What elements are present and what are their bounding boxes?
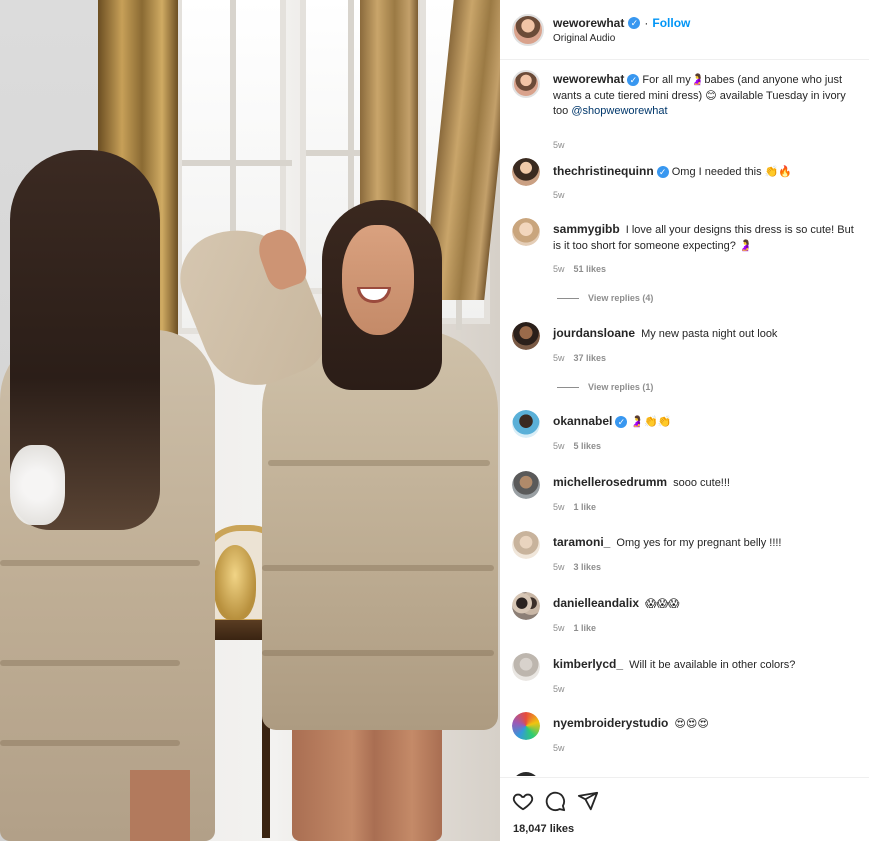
comment-text: Will it be available in other colors?: [629, 659, 796, 671]
comment-likes[interactable]: 5 likes: [574, 441, 602, 451]
comment-username[interactable]: okannabel: [553, 414, 612, 428]
comment-text: sooo cute!!!: [673, 477, 730, 489]
caption-username[interactable]: weworewhat: [553, 72, 624, 86]
caption-mention-link[interactable]: @shopweworewhat: [571, 105, 667, 117]
audio-label[interactable]: Original Audio: [553, 33, 615, 44]
pregnant-woman-emoji: 🤰: [690, 73, 705, 86]
likes-count[interactable]: 18,047 likes: [513, 823, 574, 835]
comment-username[interactable]: nyembroiderystudio: [553, 716, 668, 730]
commenter-avatar[interactable]: [512, 158, 540, 186]
commenter-avatar[interactable]: [512, 410, 540, 438]
comment-time[interactable]: 5w: [553, 502, 565, 512]
commenter-avatar[interactable]: [512, 772, 540, 776]
commenter-avatar[interactable]: [512, 218, 540, 246]
comment-username[interactable]: thechristinequinn: [553, 164, 654, 178]
comment-emoji: 🤰👏👏: [630, 415, 672, 428]
comment-username[interactable]: jourdansloane: [553, 326, 635, 340]
commenter-avatar[interactable]: [512, 471, 540, 499]
view-replies-label: View replies (1): [588, 382, 654, 392]
commenter-avatar[interactable]: [512, 322, 540, 350]
comment-emoji: 😱😱😱: [645, 597, 680, 610]
comment-time[interactable]: 5w: [553, 441, 565, 451]
comment-likes[interactable]: 3 likes: [574, 562, 602, 572]
commenter-avatar[interactable]: [512, 712, 540, 740]
smiling-emoji: 😊: [705, 89, 717, 102]
comment-time[interactable]: 5w: [553, 353, 565, 363]
view-replies-button[interactable]: View replies (1): [557, 382, 653, 392]
verified-icon: ✓: [656, 166, 669, 178]
comment-username[interactable]: taramoni_: [553, 535, 610, 549]
verified-icon: ✓: [628, 17, 641, 29]
comment-emoji: 👏🔥: [764, 165, 793, 178]
caption-time[interactable]: 5w: [553, 140, 565, 150]
video-gold-ornament: [214, 545, 256, 620]
post-video[interactable]: [0, 0, 500, 841]
view-replies-label: View replies (4): [588, 293, 654, 303]
author-avatar[interactable]: [512, 14, 544, 46]
share-icon[interactable]: [577, 790, 599, 812]
follow-button[interactable]: Follow: [652, 16, 690, 30]
comment-likes[interactable]: 1 like: [574, 623, 597, 633]
comment-likes[interactable]: 1 like: [574, 502, 597, 512]
author-avatar[interactable]: [512, 70, 540, 98]
comment-time[interactable]: 5w: [553, 743, 565, 753]
separator-dot: ·: [644, 16, 649, 30]
comment-username[interactable]: sammygibb: [553, 222, 620, 236]
verified-icon: ✓: [627, 74, 640, 86]
comment-text: My new pasta night out look: [641, 328, 778, 340]
video-person-face: [342, 225, 414, 335]
comment-text: Omg I needed this: [671, 166, 762, 178]
caption-text-start: For all my: [642, 74, 691, 86]
comment-icon[interactable]: [544, 790, 566, 812]
verified-icon: ✓: [615, 416, 628, 428]
comment-emoji: 🤰: [738, 239, 753, 252]
post-header: weworewhat ✓ · Follow Original Audio: [500, 0, 869, 60]
post-sidebar: weworewhat ✓ · Follow Original Audio wew…: [500, 0, 869, 841]
comment-time[interactable]: 5w: [553, 190, 565, 200]
heart-icon[interactable]: [512, 790, 534, 812]
commenter-avatar[interactable]: [512, 592, 540, 620]
comment-time[interactable]: 5w: [553, 623, 565, 633]
comment-username[interactable]: danielleandalix: [553, 596, 639, 610]
comment-likes[interactable]: 51 likes: [574, 264, 607, 274]
comment-text: Omg yes for my pregnant belly !!!!: [616, 537, 782, 549]
comments-list[interactable]: weworewhat ✓ For all my🤰babes (and anyone…: [500, 60, 869, 776]
comment-username[interactable]: kimberlycd_: [553, 657, 623, 671]
comment-username[interactable]: michellerosedrumm: [553, 475, 667, 489]
video-reflection-bow: [10, 445, 65, 525]
comment-time[interactable]: 5w: [553, 684, 565, 694]
author-username[interactable]: weworewhat: [553, 16, 624, 30]
comment-time[interactable]: 5w: [553, 562, 565, 572]
post-actions: 18,047 likes: [500, 777, 869, 841]
comment-time[interactable]: 5w: [553, 264, 565, 274]
video-person-dress: [262, 330, 498, 730]
comment-likes[interactable]: 37 likes: [574, 353, 607, 363]
view-replies-button[interactable]: View replies (4): [557, 293, 653, 303]
video-curtain-left: [360, 0, 418, 230]
commenter-avatar[interactable]: [512, 531, 540, 559]
commenter-avatar[interactable]: [512, 653, 540, 681]
comment-emoji: 😍😍😍: [674, 717, 709, 730]
